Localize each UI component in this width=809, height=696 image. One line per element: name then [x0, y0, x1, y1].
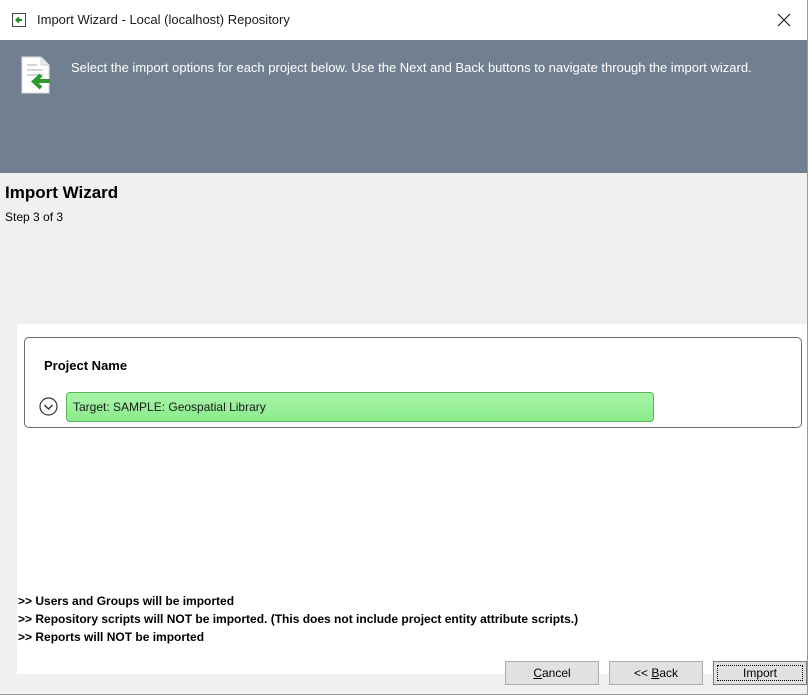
note-users-groups: >> Users and Groups will be imported	[18, 594, 235, 608]
import-document-icon	[21, 56, 50, 94]
import-label: Import	[742, 666, 777, 680]
import-app-icon	[12, 13, 26, 27]
cancel-accelerator: C	[533, 666, 542, 680]
back-label: ack	[659, 666, 679, 680]
banner-instructions: Select the import options for each proje…	[71, 60, 752, 75]
header-banner: Select the import options for each proje…	[0, 40, 807, 173]
step-indicator: Step 3 of 3	[5, 210, 64, 224]
cancel-button[interactable]: Cancel	[505, 661, 599, 685]
import-button[interactable]: Import	[713, 661, 807, 685]
import-wizard-window: Import Wizard - Local (localhost) Reposi…	[0, 0, 808, 695]
project-name-header: Project Name	[44, 358, 128, 373]
note-reports: >> Reports will NOT be imported	[18, 630, 205, 644]
chevron-down-circle-icon[interactable]	[39, 397, 58, 416]
import-notes: >> Users and Groups will be imported >> …	[18, 592, 578, 646]
title-bar: Import Wizard - Local (localhost) Reposi…	[0, 0, 807, 40]
project-item[interactable]: Target: SAMPLE: Geospatial Library	[66, 392, 654, 422]
close-icon	[777, 13, 791, 27]
page-title: Import Wizard	[5, 183, 119, 202]
note-repository-scripts: >> Repository scripts will NOT be import…	[18, 612, 579, 626]
back-button[interactable]: << Back	[609, 661, 703, 685]
project-panel: Project Name Target: SAMPLE: Geospatial …	[24, 337, 802, 428]
main-content: Project Name Target: SAMPLE: Geospatial …	[17, 324, 807, 674]
cancel-label: ancel	[541, 666, 571, 680]
back-accelerator: B	[651, 666, 660, 680]
close-button[interactable]	[761, 0, 807, 40]
back-prefix: <<	[633, 666, 652, 680]
window-title: Import Wizard - Local (localhost) Reposi…	[37, 12, 290, 27]
